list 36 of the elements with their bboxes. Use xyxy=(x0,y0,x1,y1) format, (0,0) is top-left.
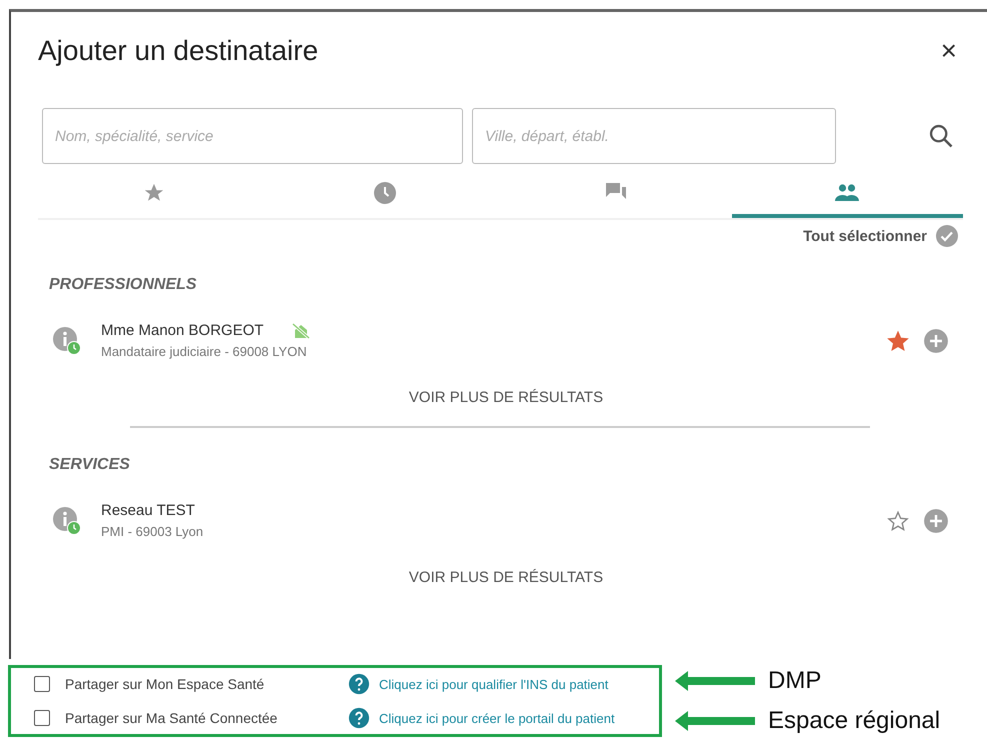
annotation-label: DMP xyxy=(768,667,822,695)
add-icon[interactable] xyxy=(923,328,949,354)
dialog-title: Ajouter un destinataire xyxy=(38,35,318,67)
arrow-icon xyxy=(674,710,756,732)
clock-icon xyxy=(372,181,397,205)
contact-name: Mme Manon BORGEOT xyxy=(101,322,264,339)
contact-name: Reseau TEST xyxy=(101,502,195,519)
check-circle-icon[interactable] xyxy=(935,224,959,248)
add-icon[interactable] xyxy=(923,508,949,534)
help-icon[interactable] xyxy=(348,707,370,729)
help-link[interactable]: Cliquez ici pour qualifier l'INS du patient xyxy=(379,676,608,692)
close-button[interactable]: × xyxy=(934,35,963,67)
contact-detail: PMI - 69003 Lyon xyxy=(101,524,204,539)
checkbox-label: Partager sur Mon Espace Santé xyxy=(65,676,266,692)
select-all-label: Tout sélectionner xyxy=(803,228,927,244)
info-clock-icon xyxy=(53,506,81,534)
section-heading: PROFESSIONNELS xyxy=(49,276,197,294)
help-link[interactable]: Cliquez ici pour créer le portail du patient xyxy=(379,710,615,726)
annotation-label: Espace régional xyxy=(768,707,940,735)
favorite-star-icon[interactable] xyxy=(887,510,909,532)
people-icon xyxy=(834,182,860,204)
arrow-icon xyxy=(674,670,756,692)
checkbox[interactable] xyxy=(34,710,50,726)
search-field[interactable]: Ville, départ, établ. xyxy=(472,108,836,164)
checkbox-label: Partager sur Ma Santé Connectée xyxy=(65,710,278,726)
search-field[interactable]: Nom, spécialité, service xyxy=(42,108,463,164)
search-icon[interactable] xyxy=(927,122,955,150)
help-icon[interactable] xyxy=(348,673,370,695)
checkbox[interactable] xyxy=(34,676,50,692)
more-results-button[interactable]: VOIR PLUS DE RÉSULTATS xyxy=(400,385,612,410)
favorite-star-icon[interactable] xyxy=(887,330,909,352)
contact-detail: Mandataire judiciaire - 69008 LYON xyxy=(101,344,308,359)
info-clock-icon xyxy=(53,326,81,354)
more-results-button[interactable]: VOIR PLUS DE RÉSULTATS xyxy=(400,565,612,590)
section-heading: SERVICES xyxy=(49,456,130,474)
crossed-house-icon xyxy=(292,322,310,338)
